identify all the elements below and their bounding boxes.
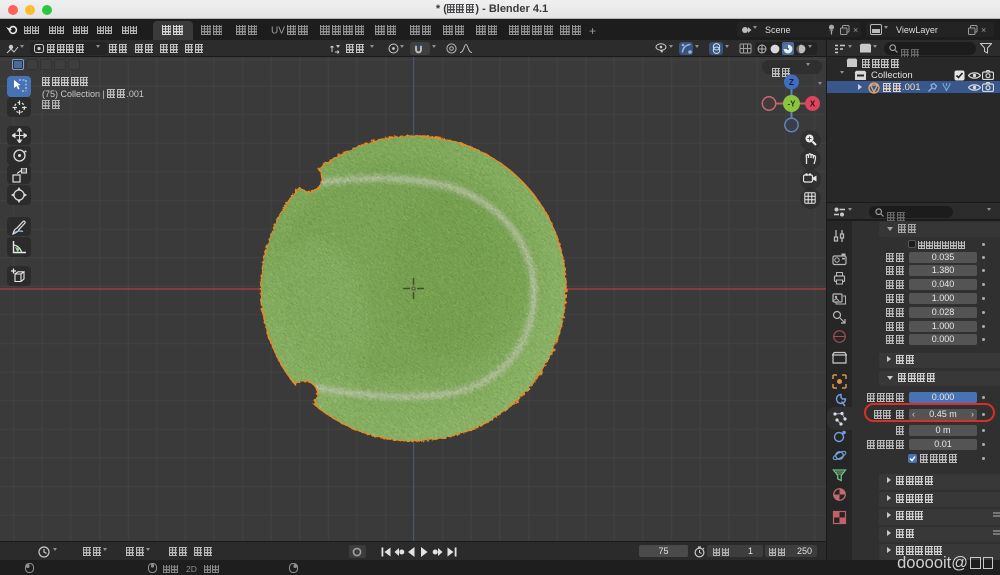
svg-text:X: X <box>810 99 816 108</box>
svg-text:Z: Z <box>789 78 794 87</box>
svg-text:-Y: -Y <box>788 99 797 108</box>
